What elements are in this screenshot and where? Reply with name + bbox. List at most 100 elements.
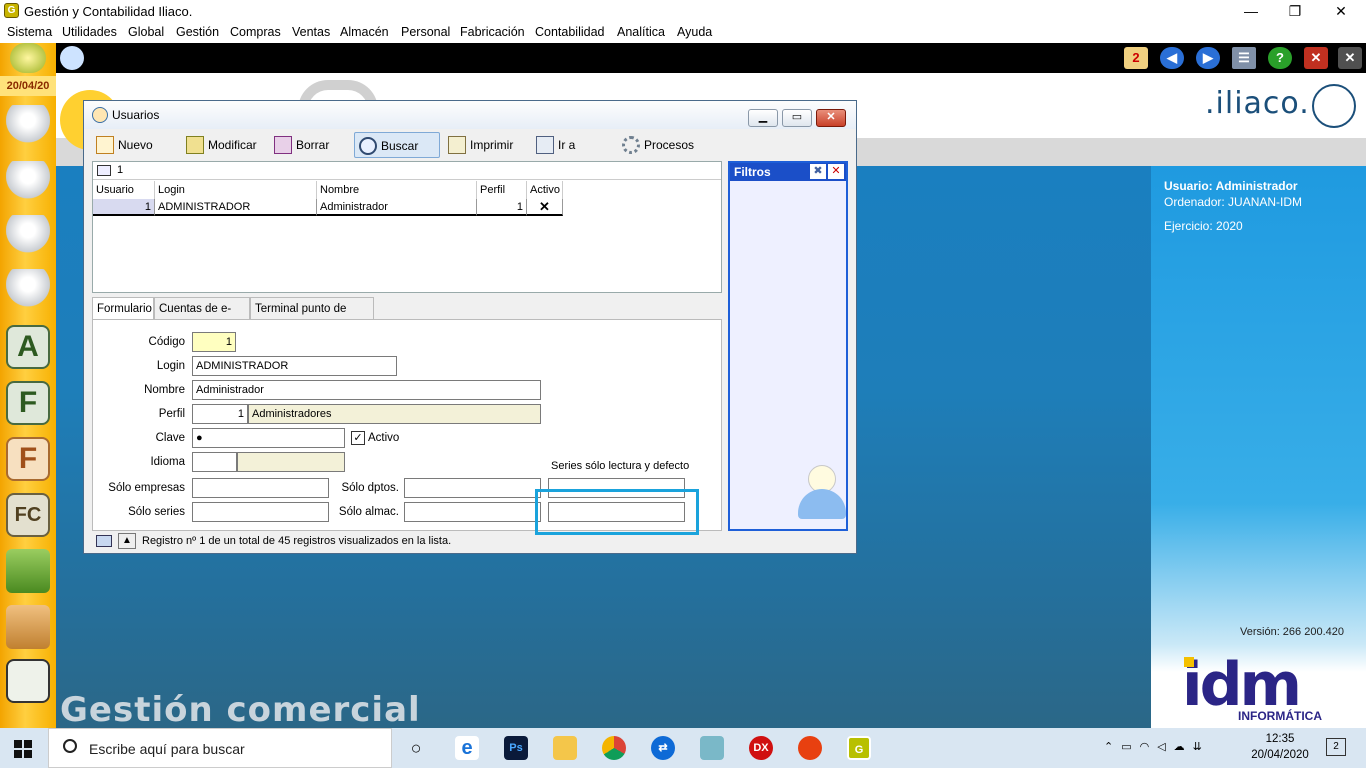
imprimir-button[interactable]: Imprimir [444, 132, 513, 158]
dialog-minimize-button[interactable]: ▁ [748, 109, 778, 127]
solo-dptos-field[interactable] [404, 478, 541, 498]
col-usuario[interactable]: Usuario [93, 181, 155, 199]
windows-icon[interactable]: ☰ [1232, 47, 1256, 69]
table-row[interactable]: 1 ADMINISTRADOR Administrador 1 ✕ [93, 199, 563, 216]
iliaco-taskbar-icon[interactable]: G [847, 736, 871, 760]
letters-fc-icon[interactable]: FC [6, 493, 50, 537]
user-profile-icon[interactable] [6, 215, 50, 259]
menu-sistema[interactable]: Sistema [7, 25, 52, 39]
menu-almacen[interactable]: Almacén [340, 25, 389, 39]
codigo-field[interactable]: 1 [192, 332, 236, 352]
cell-activo: ✕ [527, 199, 563, 216]
taskbar-search[interactable]: Escribe aquí para buscar [48, 728, 392, 768]
back-arrow-icon[interactable]: ◀ [1160, 47, 1184, 69]
letter-f-icon[interactable]: F [6, 381, 50, 425]
col-login[interactable]: Login [155, 181, 317, 199]
app-icon[interactable] [700, 736, 724, 760]
menu-gestion[interactable]: Gestión [176, 25, 219, 39]
photoshop-icon[interactable]: Ps [504, 736, 528, 760]
borrar-button[interactable]: Borrar [270, 132, 329, 158]
task-view-icon[interactable]: ○ [404, 736, 428, 760]
close-button[interactable]: ✕ [1318, 0, 1364, 22]
letter-a-icon[interactable]: A [6, 325, 50, 369]
left-sidebar: A F F FC [0, 43, 56, 728]
col-activo[interactable]: Activo [527, 181, 563, 199]
buscar-button[interactable]: Buscar [354, 132, 440, 158]
menu-ayuda[interactable]: Ayuda [677, 25, 712, 39]
tab-terminal-tpv[interactable]: Terminal punto de venta [250, 297, 374, 337]
minimize-button[interactable]: — [1228, 0, 1274, 22]
notes-icon[interactable]: 2 [1124, 47, 1148, 69]
menu-utilidades[interactable]: Utilidades [62, 25, 117, 39]
users-group-icon[interactable] [6, 105, 50, 149]
search-placeholder: Escribe aquí para buscar [89, 741, 245, 757]
tab-cuentas-email[interactable]: Cuentas de e-mail [154, 297, 250, 337]
idioma-code-field[interactable] [192, 452, 237, 472]
media-app-icon[interactable] [798, 736, 822, 760]
solo-dptos-label: Sólo dptos. [341, 482, 399, 494]
solo-almac-field[interactable] [404, 502, 541, 522]
system-tray-icons[interactable]: ⌃▭◠◁☁⇊ [1104, 740, 1210, 753]
user-icon[interactable] [6, 161, 50, 205]
menu-analitica[interactable]: Analítica [617, 25, 665, 39]
close-form-icon[interactable]: ✕ [1304, 47, 1328, 69]
edge-icon[interactable]: e [455, 736, 479, 760]
windows-start-icon[interactable] [14, 740, 32, 758]
idm-logo-subtitle: INFORMÁTICA [1238, 709, 1322, 723]
dialog-maximize-button[interactable]: ▭ [782, 109, 812, 127]
login-field[interactable]: ADMINISTRADOR [192, 356, 397, 376]
menu-personal[interactable]: Personal [401, 25, 450, 39]
home-orb-icon[interactable] [10, 43, 46, 73]
solo-series-field[interactable] [192, 502, 329, 522]
clave-field[interactable]: ● [192, 428, 345, 448]
bag-orange-icon[interactable] [6, 605, 50, 649]
menu-ventas[interactable]: Ventas [292, 25, 330, 39]
shopping-bag-icon[interactable] [6, 549, 50, 593]
dialog-close-button[interactable]: ✕ [816, 109, 846, 127]
solo-empresas-label: Sólo empresas [108, 482, 185, 494]
modificar-button[interactable]: Modificar [182, 132, 257, 158]
solo-empresas-field[interactable] [192, 478, 329, 498]
file-explorer-icon[interactable] [553, 736, 577, 760]
help-icon[interactable]: ? [1268, 47, 1292, 69]
user-admin-icon[interactable] [6, 269, 50, 313]
tab-formulario[interactable]: Formulario [92, 297, 154, 319]
grid-header: Usuario Login Nombre Perfil Activo [93, 181, 563, 199]
ir-a-button[interactable]: Ir a [532, 132, 575, 158]
usuarios-dialog: Usuarios ▁ ▭ ✕ Nuevo Modificar Borrar Bu… [83, 100, 857, 554]
grid-icon[interactable] [96, 535, 112, 547]
user-icon[interactable] [60, 46, 84, 70]
menu-compras[interactable]: Compras [230, 25, 281, 39]
ledger-icon[interactable] [6, 659, 50, 703]
col-nombre[interactable]: Nombre [317, 181, 477, 199]
procesos-button[interactable]: Procesos [618, 132, 694, 158]
menu-contabilidad[interactable]: Contabilidad [535, 25, 605, 39]
letter-f-orange-icon[interactable]: F [6, 437, 50, 481]
cell-login: ADMINISTRADOR [155, 199, 317, 216]
taskbar: Escribe aquí para buscar ○ e Ps ⇄ DX G ⌃… [0, 728, 1366, 768]
chevron-up-icon[interactable]: ▲ [118, 533, 136, 549]
list-filter-input[interactable]: 1 [117, 164, 123, 176]
nuevo-button[interactable]: Nuevo [92, 132, 153, 158]
activo-checkbox[interactable]: ✓ [351, 431, 365, 445]
chrome-icon[interactable] [602, 736, 626, 760]
notifications-icon[interactable]: 2 [1326, 738, 1346, 756]
nombre-field[interactable]: Administrador [192, 380, 541, 400]
solo-series-label: Sólo series [128, 506, 185, 518]
teamviewer-icon[interactable]: ⇄ [651, 736, 675, 760]
clock-time: 12:35 [1265, 733, 1295, 745]
perfil-code-field[interactable]: 1 [192, 404, 248, 424]
iliaco-logo: .iliaco. [1205, 86, 1310, 121]
close-filters-icon[interactable]: ✕ [828, 164, 844, 179]
exit-icon[interactable]: ✕ [1338, 47, 1362, 69]
clear-filters-icon[interactable]: ✖ [810, 164, 826, 179]
clock[interactable]: 12:35 20/04/2020 [1240, 731, 1320, 763]
menu-fabricacion[interactable]: Fabricación [460, 25, 525, 39]
col-perfil[interactable]: Perfil [477, 181, 527, 199]
menu-global[interactable]: Global [128, 25, 164, 39]
maximize-button[interactable]: ❐ [1272, 0, 1318, 22]
search-icon [63, 739, 77, 753]
dx-icon[interactable]: DX [749, 736, 773, 760]
forward-arrow-icon[interactable]: ▶ [1196, 47, 1220, 69]
grid-icon[interactable] [97, 165, 111, 176]
